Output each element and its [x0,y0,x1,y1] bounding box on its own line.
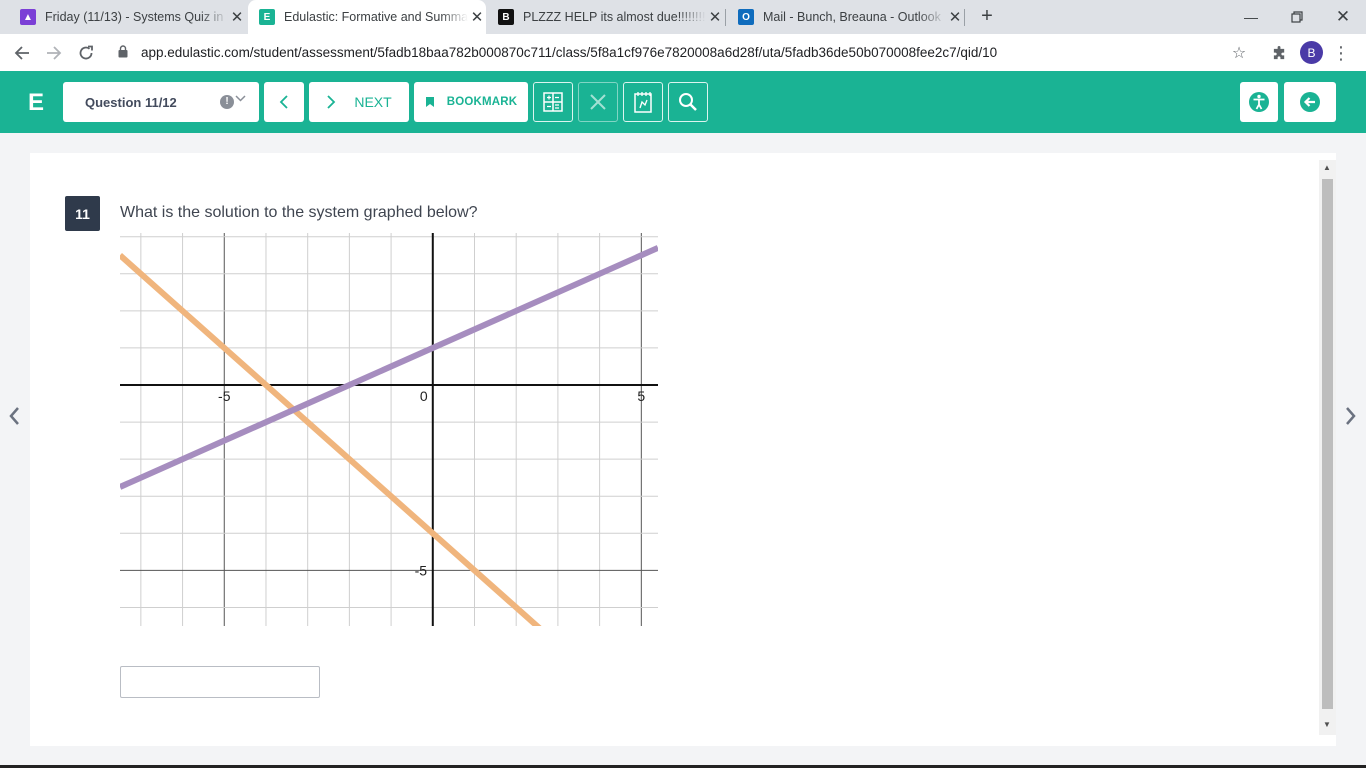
calculator-button[interactable] [533,82,573,122]
exit-button[interactable] [1284,82,1336,122]
graph-axes [120,233,658,626]
bookmark-icon [425,97,434,107]
profile-avatar[interactable]: B [1300,41,1323,64]
close-icon[interactable]: ✕ [946,8,964,26]
scrollbar-thumb[interactable] [1322,179,1333,709]
reload-icon[interactable] [72,39,100,67]
search-icon [679,93,697,111]
forward-arrow-icon[interactable] [40,39,68,67]
exit-arrow-icon [1300,92,1320,112]
question-selector-label: Question 11/12 [85,94,177,110]
address-bar-url[interactable]: app.edulastic.com/student/assessment/5fa… [141,45,997,60]
close-icon[interactable]: ✕ [706,8,724,26]
edulastic-logo: E [28,89,45,116]
tab-title: PLZZZ HELP its almost due!!!!!!!!! [523,10,706,24]
question-number-badge: 11 [65,196,100,231]
outlook-favicon-icon: O [738,9,754,25]
back-arrow-icon[interactable] [8,39,36,67]
eliminate-answer-button[interactable] [578,82,618,122]
answer-input[interactable] [120,666,320,698]
scroll-up-icon[interactable]: ▲ [1323,163,1331,172]
prev-question-arrow-icon[interactable] [8,406,20,432]
browser-toolbar: app.edulastic.com/student/assessment/5fa… [0,34,1366,71]
tab-title: Friday (11/13) - Systems Quiz in E [45,10,228,24]
restore-icon[interactable] [1274,0,1320,34]
browser-tab-1[interactable]: ▲ Friday (11/13) - Systems Quiz in E ✕ [10,0,246,34]
next-question-arrow-icon[interactable] [1345,406,1357,432]
chevron-left-icon [279,95,288,109]
edulastic-favicon-icon: E [259,9,275,25]
accessibility-button[interactable] [1240,82,1278,122]
graph-line-2 [120,245,658,490]
chevron-down-icon [235,93,246,107]
new-tab-icon[interactable]: + [975,5,999,29]
tab-title: Mail - Bunch, Breauna - Outlook [763,10,941,24]
browser-tab-strip: ▲ Friday (11/13) - Systems Quiz in E ✕ E… [0,0,1366,34]
notepad-icon [634,92,652,113]
calculator-icon [543,92,563,112]
warning-icon: ! [220,95,234,109]
chevron-right-icon [327,95,336,109]
next-label: NEXT [354,94,392,110]
magnifier-button[interactable] [668,82,708,122]
close-icon[interactable]: ✕ [468,8,486,26]
y-tick-label-neg5: -5 [415,562,428,578]
bookmark-button[interactable]: BOOKMARK [414,82,528,122]
previous-button[interactable] [264,82,304,122]
coordinate-graph: -5 0 5 -5 [120,233,658,626]
scroll-down-icon[interactable]: ▼ [1323,720,1331,729]
tab-divider [725,9,726,26]
star-icon[interactable]: ☆ [1226,40,1252,66]
classroom-favicon-icon: ▲ [20,9,36,25]
bookmark-label: BOOKMARK [446,96,518,108]
brainly-favicon-icon: B [498,9,514,25]
cross-icon [590,94,606,110]
browser-tab-3[interactable]: B PLZZZ HELP its almost due!!!!!!!!! ✕ [488,0,724,34]
tab-divider [964,9,965,26]
browser-tab-4[interactable]: O Mail - Bunch, Breauna - Outlook ✕ [728,0,964,34]
window-close-icon[interactable]: ✕ [1320,0,1366,34]
question-text: What is the solution to the system graph… [120,204,478,221]
accessibility-icon [1249,92,1269,112]
origin-label: 0 [420,388,428,404]
assessment-header: E Question 11/12 ! NEXT BOOKMARK [0,71,1366,133]
browser-tab-2[interactable]: E Edulastic: Formative and Summati ✕ [248,0,486,34]
extensions-puzzle-icon[interactable] [1266,40,1292,66]
scratchpad-button[interactable] [623,82,663,122]
graph-lines [120,245,658,626]
close-icon[interactable]: ✕ [228,8,246,26]
minimize-icon[interactable]: — [1228,0,1274,34]
lock-icon[interactable] [118,45,128,58]
question-selector[interactable]: Question 11/12 ! [63,82,259,122]
graph-grid [120,233,658,626]
x-tick-label-neg5: -5 [218,388,231,404]
tab-title: Edulastic: Formative and Summati [284,10,468,24]
next-button[interactable]: NEXT [309,82,409,122]
x-tick-label-5: 5 [637,388,645,404]
more-menu-icon[interactable]: ⋮ [1328,40,1354,66]
